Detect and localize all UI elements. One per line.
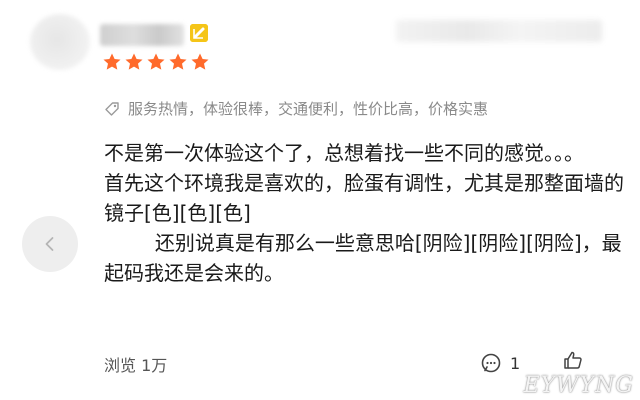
review-date-blurred (396, 20, 602, 42)
star-icon (169, 53, 187, 70)
star-icon (125, 53, 143, 70)
previous-button[interactable] (22, 216, 78, 272)
chevron-left-icon (45, 237, 54, 251)
review-paragraph: 首先这个环境我是喜欢的，脸蛋有调性，尤其是那整面墙的镜子[色][色][色] (104, 171, 624, 225)
review-tags: 服务热情，体验很棒，交通便利，性价比高，价格实惠 (104, 98, 488, 119)
review-paragraph: 不是第一次体验这个了，总想着找一些不同的感觉。。。 (104, 141, 584, 165)
star-icon (103, 53, 121, 70)
star-icon (191, 53, 209, 70)
like-button[interactable] (562, 349, 584, 375)
star-rating (102, 52, 210, 72)
review-page: 服务热情，体验很棒，交通便利，性价比高，价格实惠 不是第一次体验这个了，总想着找… (0, 0, 640, 400)
review-body: 不是第一次体验这个了，总想着找一些不同的感觉。。。 首先这个环境我是喜欢的，脸蛋… (104, 138, 624, 288)
view-count: 浏览 1万 (104, 356, 168, 375)
comment-count: 1 (510, 353, 521, 373)
review-paragraph: 还别说真是有那么一些意思哈[阴险][阴险][阴险]，最起码我还是会来的。 (104, 231, 622, 285)
username-blurred[interactable] (100, 24, 184, 46)
review-tags-text: 服务热情，体验很棒，交通便利，性价比高，价格实惠 (128, 100, 489, 118)
vip-badge-icon (190, 24, 208, 42)
thumbs-up-icon (564, 351, 582, 369)
watermark-logo: EYWYNG (523, 373, 634, 398)
comment-button[interactable]: 1 (480, 352, 520, 374)
star-icon (147, 53, 165, 70)
avatar[interactable] (30, 14, 90, 70)
comment-icon (481, 353, 501, 373)
tag-icon (105, 101, 119, 116)
